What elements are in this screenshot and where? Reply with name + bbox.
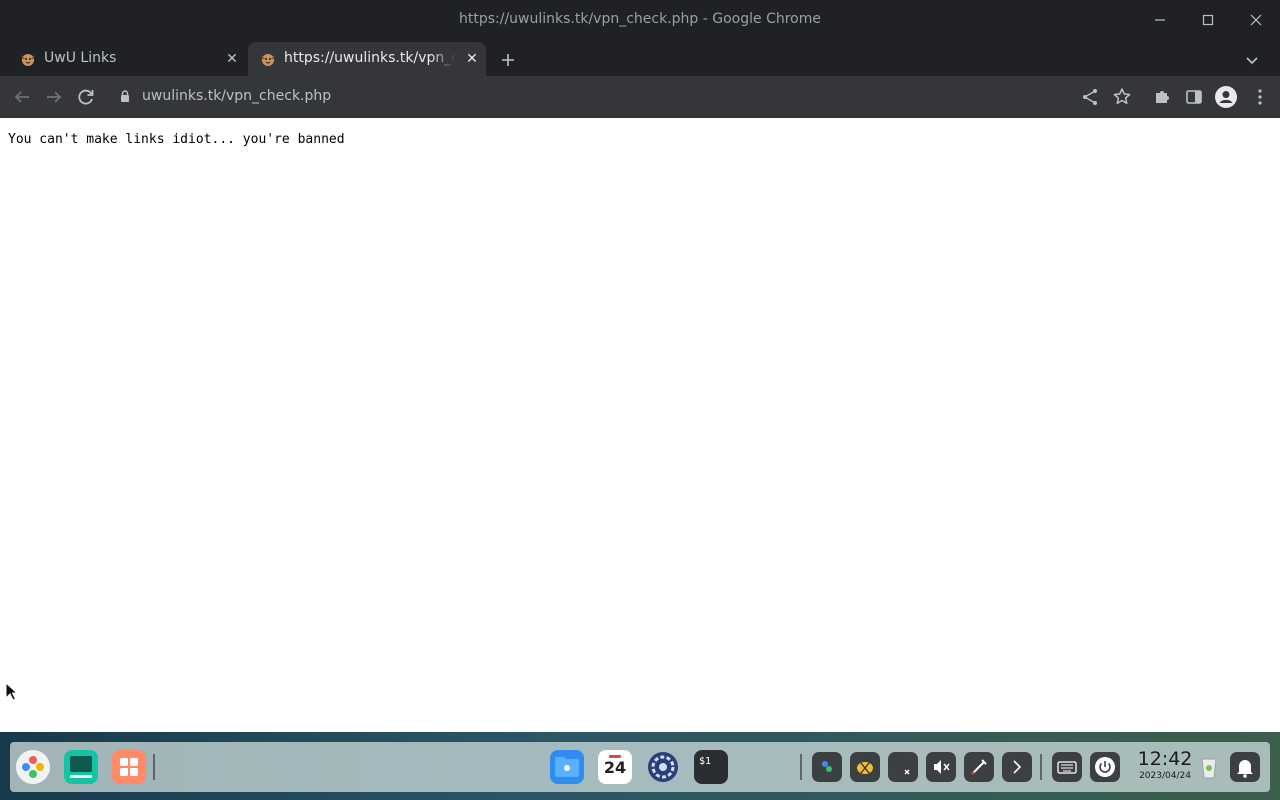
- pen-icon: [971, 759, 987, 775]
- volume-button[interactable]: [926, 752, 956, 782]
- uwu-favicon-icon: [22, 54, 34, 66]
- tab-label: UwU Links: [44, 50, 117, 66]
- tab-close-icon[interactable]: ✕: [224, 51, 240, 67]
- extensions-button[interactable]: [1150, 85, 1174, 109]
- star-icon: [1113, 88, 1131, 105]
- multitask-view-button[interactable]: [64, 750, 98, 784]
- tab-uwu-links[interactable]: UwU Links ✕: [8, 42, 246, 76]
- terminal-button[interactable]: $1: [694, 750, 728, 784]
- gear-icon: [648, 752, 678, 782]
- bookmark-button[interactable]: [1110, 85, 1134, 109]
- taskbar-dock: 24 $1 12:42 2023/04/24: [10, 742, 1270, 792]
- maximize-button[interactable]: [1192, 8, 1224, 32]
- dock-separator: [1040, 754, 1042, 780]
- keyboard-icon: [1057, 761, 1077, 774]
- tray-app-1[interactable]: [812, 752, 842, 782]
- bee-icon: [857, 762, 873, 774]
- maximize-icon: [1202, 14, 1214, 26]
- clock[interactable]: 12:42 2023/04/24: [1128, 748, 1202, 782]
- launcher-icon: [22, 756, 44, 778]
- tab-vpn-check[interactable]: https://uwulinks.tk/vpn_check.php ✕: [248, 42, 486, 76]
- plus-icon: [502, 54, 514, 66]
- omnibox-url[interactable]: uwulinks.tk/vpn_check.php: [142, 88, 331, 104]
- window-titlebar: https://uwulinks.tk/vpn_check.php - Goog…: [0, 0, 1280, 40]
- tab-close-icon[interactable]: ✕: [464, 51, 480, 67]
- terminal-icon: $1: [699, 756, 711, 767]
- share-icon: [1083, 89, 1097, 105]
- keyboard-button[interactable]: [1052, 752, 1082, 782]
- page-message: You can't make links idiot... you're ban…: [8, 132, 345, 147]
- minimize-icon: [1155, 19, 1165, 21]
- arrow-right-icon: [47, 91, 62, 103]
- tab-label: https://uwulinks.tk/vpn_check.php: [284, 50, 456, 66]
- trash-icon: [1201, 758, 1217, 779]
- profile-button[interactable]: [1214, 85, 1238, 109]
- new-tab-button[interactable]: [496, 48, 520, 72]
- notifications-button[interactable]: [1230, 752, 1260, 782]
- trash-button[interactable]: [1192, 750, 1226, 784]
- calendar-day: 24: [603, 758, 627, 777]
- omnibox[interactable]: uwulinks.tk/vpn_check.php: [108, 81, 1068, 113]
- dock-separator: [153, 754, 155, 780]
- screen-draw-button[interactable]: [964, 752, 994, 782]
- menu-button[interactable]: [1248, 85, 1272, 109]
- tray-expand-button[interactable]: [1002, 752, 1032, 782]
- clock-time: 12:42: [1137, 748, 1193, 770]
- launcher-button[interactable]: [16, 750, 50, 784]
- avatar-icon: [1215, 86, 1237, 108]
- svg-text:$1: $1: [699, 756, 711, 767]
- settings-button[interactable]: [646, 750, 680, 784]
- volume-muted-icon: [934, 760, 950, 774]
- mouse-cursor-icon: [5, 682, 19, 701]
- window-title: https://uwulinks.tk/vpn_check.php - Goog…: [458, 11, 821, 27]
- arrow-left-icon: [14, 91, 29, 103]
- page-content: You can't make links idiot... you're ban…: [0, 118, 1280, 732]
- forward-button[interactable]: [42, 85, 66, 109]
- multitask-icon: [70, 756, 92, 778]
- chevron-right-icon: [1013, 760, 1022, 774]
- close-window-button[interactable]: [1240, 8, 1272, 32]
- minimize-button[interactable]: [1144, 8, 1176, 32]
- file-manager-button[interactable]: [550, 750, 584, 784]
- side-panel-button[interactable]: [1182, 85, 1206, 109]
- bell-icon: [1237, 760, 1253, 778]
- browser-toolbar: uwulinks.tk/vpn_check.php: [0, 76, 1280, 118]
- grid-icon: [120, 758, 138, 776]
- close-small-icon: [904, 769, 910, 775]
- tab-strip: UwU Links ✕ https://uwulinks.tk/vpn_chec…: [0, 40, 1280, 76]
- reload-button[interactable]: [74, 85, 98, 109]
- chevron-down-icon: [1246, 57, 1258, 65]
- share-button[interactable]: [1078, 85, 1102, 109]
- more-vertical-icon: [1258, 89, 1262, 105]
- close-icon: [1250, 14, 1262, 26]
- dock-separator: [800, 754, 802, 780]
- power-icon: [1095, 757, 1115, 777]
- calendar-button[interactable]: 24: [598, 750, 632, 784]
- folder-icon: [555, 757, 579, 777]
- tray-app-3[interactable]: [888, 752, 918, 782]
- tray-app-2[interactable]: [850, 752, 880, 782]
- lock-icon: [121, 90, 129, 102]
- reload-icon: [78, 89, 94, 105]
- side-panel-icon: [1186, 90, 1202, 104]
- power-button[interactable]: [1090, 752, 1120, 782]
- tray-app-icon: [822, 761, 832, 772]
- clock-date: 2023/04/24: [1139, 771, 1191, 781]
- back-button[interactable]: [10, 85, 34, 109]
- uwu-favicon-icon: [262, 54, 274, 66]
- puzzle-icon: [1156, 91, 1169, 103]
- tab-search-button[interactable]: [1242, 50, 1262, 70]
- app-store-button[interactable]: [112, 750, 146, 784]
